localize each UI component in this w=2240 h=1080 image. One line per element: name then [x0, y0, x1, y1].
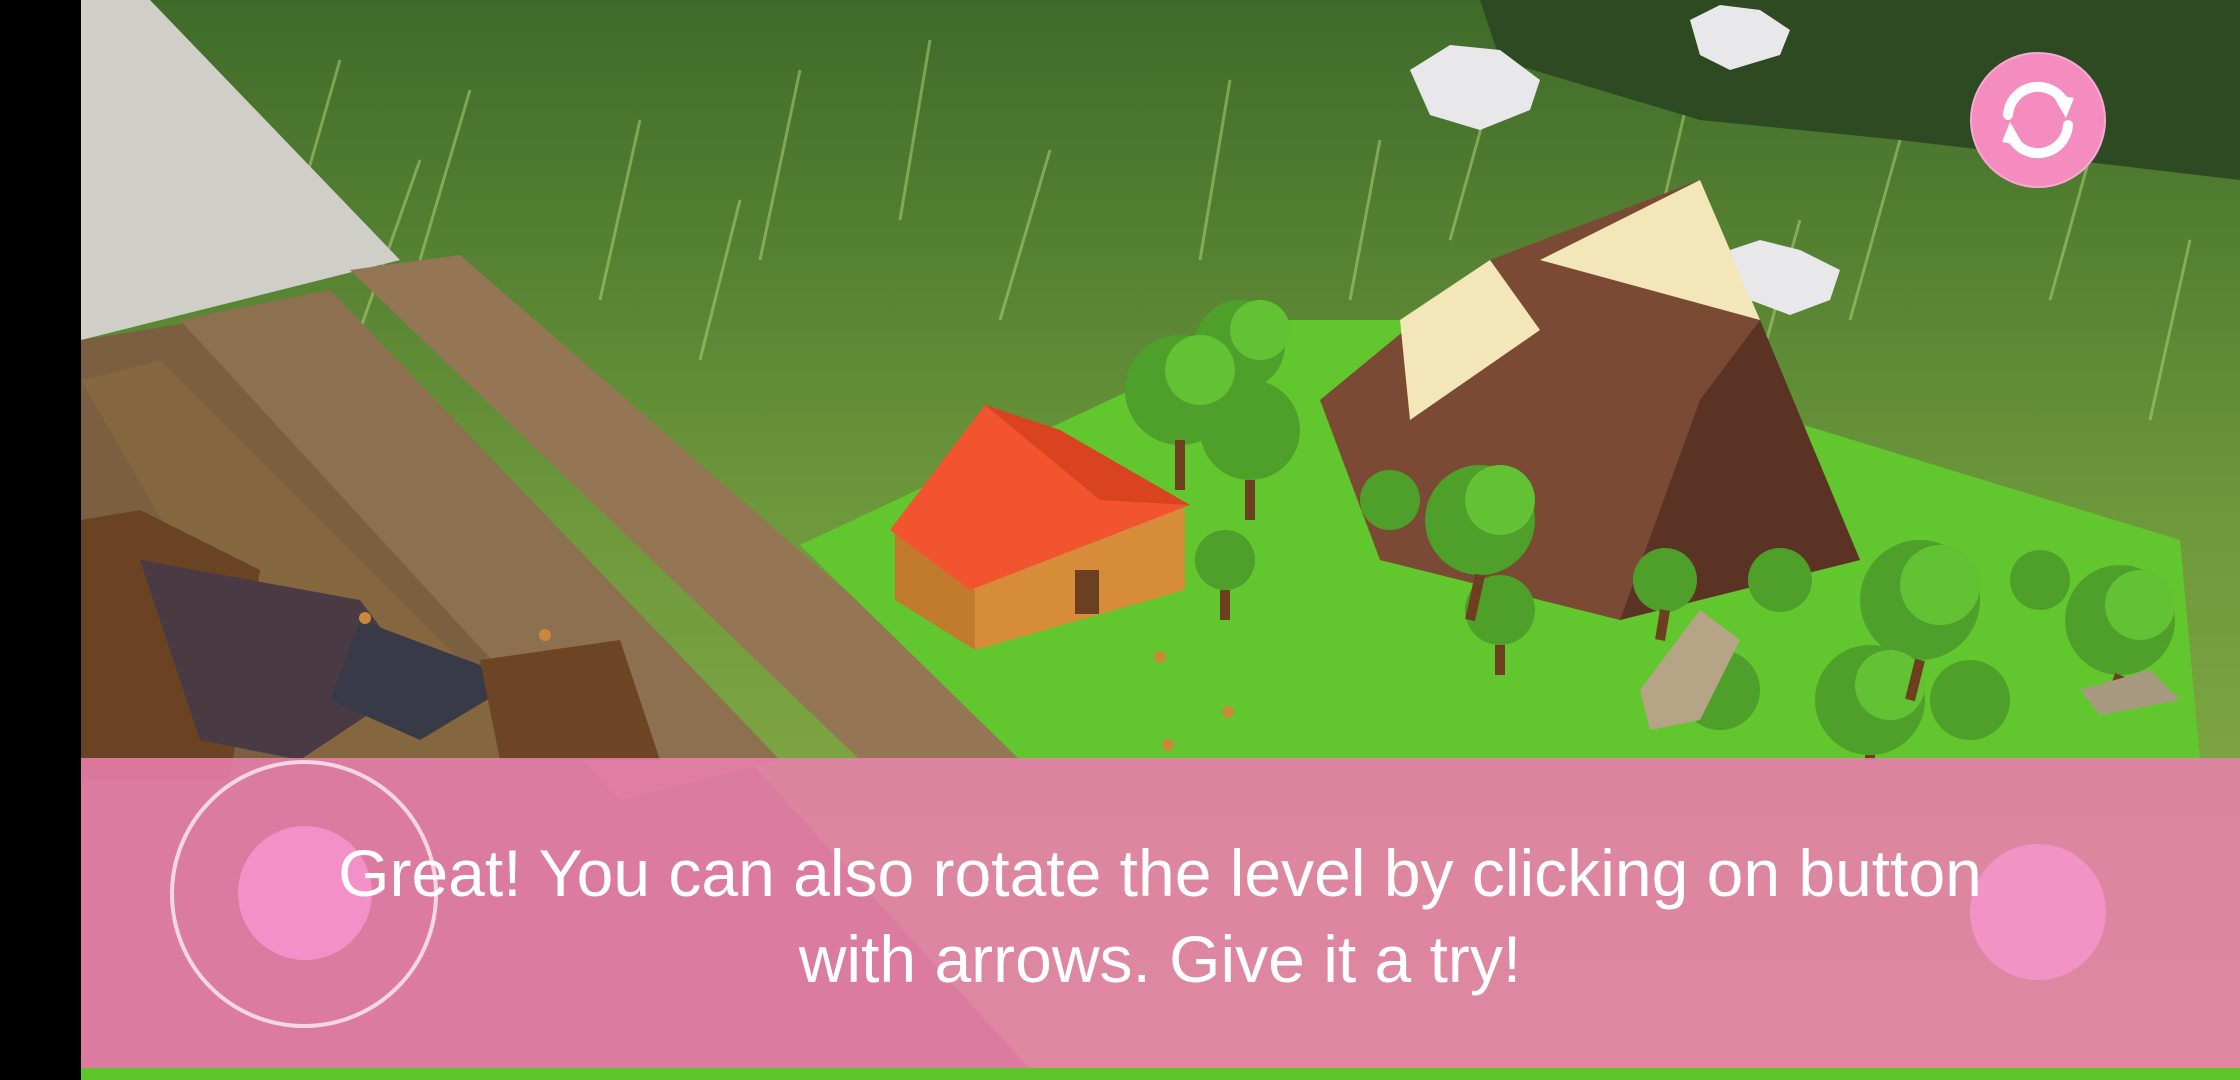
tutorial-message: Great! You can also rotate the level by … — [120, 830, 2200, 1002]
rotate-arrows-icon — [2002, 81, 2074, 159]
tutorial-line-2: with arrows. Give it a try! — [798, 922, 1522, 996]
tutorial-line-1: Great! You can also rotate the level by … — [338, 836, 1982, 910]
rotate-level-button[interactable] — [1970, 52, 2106, 188]
screen-letterbox — [0, 0, 81, 1080]
